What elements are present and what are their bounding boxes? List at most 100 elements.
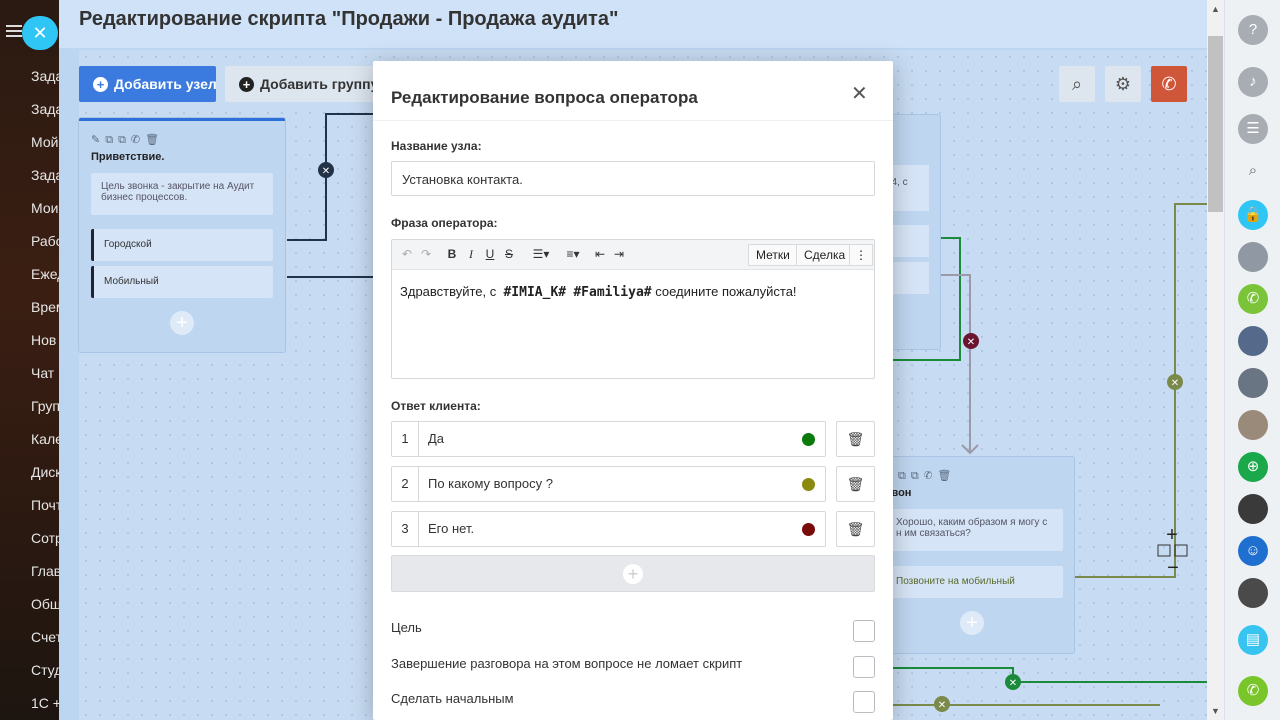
svg-text:✕: ✕ — [1171, 378, 1179, 389]
svg-text:✕: ✕ — [967, 337, 975, 348]
option-no-break-label: Завершение разговора на этом вопросе не … — [391, 656, 743, 671]
add-answer-icon[interactable]: + — [170, 311, 194, 335]
connection-delete-icon[interactable]: ✕ — [934, 696, 950, 712]
bullet-list-icon[interactable]: ☰▾ — [527, 244, 555, 264]
add-group-button[interactable]: + Добавить группу от — [225, 66, 385, 102]
delete-answer-button[interactable]: 🗑 — [836, 511, 875, 547]
answer-number: 2 — [392, 467, 419, 501]
avatar[interactable] — [1238, 368, 1268, 398]
phrase-label: Фраза оператора: — [391, 216, 498, 230]
trash-icon: 🗑 — [846, 476, 865, 492]
document-icon[interactable]: ▤ — [1238, 625, 1268, 655]
node-action-icons[interactable]: ✎⧉⧉✆🗑 — [91, 133, 164, 147]
svg-text:✕: ✕ — [1009, 678, 1017, 689]
answer-color-dot[interactable] — [802, 523, 815, 536]
trash-icon: 🗑 — [846, 521, 865, 537]
strikethrough-icon[interactable]: S — [500, 244, 518, 264]
more-icon[interactable]: ⋮ — [849, 244, 873, 266]
modal-title: Редактирование вопроса оператора — [391, 88, 698, 107]
help-icon[interactable]: ? — [1238, 15, 1268, 45]
answer-input[interactable]: Да — [428, 422, 444, 456]
modal-header: Редактирование вопроса оператора ✕ — [373, 61, 893, 121]
phrase-variable: #IMIA_K# — [503, 285, 567, 300]
scrollbar[interactable]: ▲ ▼ — [1207, 0, 1224, 720]
call-icon[interactable]: ✆ — [1238, 676, 1268, 706]
bell-icon[interactable]: ♪ — [1238, 67, 1268, 97]
node-answer[interactable]: Мобильный — [91, 266, 273, 298]
settings-button[interactable]: ⚙ — [1105, 66, 1141, 102]
avatar[interactable] — [1238, 242, 1268, 272]
option-start-checkbox[interactable] — [853, 691, 875, 713]
answer-input[interactable]: Его нет. — [428, 512, 474, 546]
node-name-input[interactable]: Установка контакта. — [391, 161, 875, 196]
answer-row[interactable]: 3 Его нет. — [391, 511, 826, 547]
node-name-label: Название узла: — [391, 139, 482, 153]
redo-icon[interactable]: ↷ — [417, 244, 435, 264]
phrase-suffix: соедините пожалуйста! — [651, 284, 797, 299]
add-group-label: Добавить группу от — [260, 76, 385, 92]
delete-answer-button[interactable]: 🗑 — [836, 466, 875, 502]
numbered-list-icon[interactable]: ≡▾ — [559, 244, 587, 264]
answer-row[interactable]: 1 Да — [391, 421, 826, 457]
underline-icon[interactable]: U — [481, 244, 499, 264]
script-node-greeting[interactable]: ✎⧉⧉✆🗑 Приветствие. Цель звонка - закрыти… — [79, 118, 285, 352]
svg-text:✕: ✕ — [322, 166, 330, 177]
group-icon[interactable]: ⊕ — [1238, 452, 1268, 482]
outdent-icon[interactable]: ⇤ — [591, 244, 609, 264]
phrase-prefix: Здравствуйте, с — [400, 284, 504, 299]
phrase-editor[interactable]: ↶ ↷ B I U S ☰▾ ≡▾ ⇤ ⇥ Метки Сделка ⋮ Здр… — [391, 239, 875, 379]
option-goal-checkbox[interactable] — [853, 620, 875, 642]
connection-delete-icon[interactable]: ✕ — [1005, 674, 1021, 690]
option-no-break-checkbox[interactable] — [853, 656, 875, 678]
add-answer-button[interactable]: + — [391, 555, 875, 592]
connection-delete-icon[interactable]: ✕ — [318, 162, 334, 178]
option-start-label: Сделать начальным — [391, 691, 514, 706]
add-node-button[interactable]: + Добавить узел — [79, 66, 217, 102]
add-node-label: Добавить узел — [114, 76, 217, 92]
deal-button[interactable]: Сделка — [796, 244, 854, 266]
lock-icon[interactable]: 🔒 — [1238, 200, 1268, 230]
script-node-callback[interactable]: ⧉⧉✆🗑 звон Хорошо, каким образом я могу с… — [878, 457, 1074, 653]
edit-question-modal: Редактирование вопроса оператора ✕ Назва… — [373, 61, 893, 720]
undo-icon[interactable]: ↶ — [398, 244, 416, 264]
close-icon[interactable]: ✕ — [851, 81, 868, 106]
connection-delete-icon[interactable]: ✕ — [1167, 374, 1183, 390]
trash-icon: 🗑 — [846, 431, 865, 447]
zoom-controls[interactable]: +− — [1157, 524, 1188, 579]
gear-icon: ⚙ — [1114, 74, 1132, 94]
answers-label: Ответ клиента: — [391, 399, 481, 413]
svg-text:✕: ✕ — [938, 700, 946, 711]
connection-delete-icon[interactable]: ✕ — [963, 333, 979, 349]
call-button[interactable]: ✆ — [1151, 66, 1187, 102]
tags-button[interactable]: Метки — [748, 244, 798, 266]
node-action-icons[interactable]: ⧉⧉✆🗑 — [898, 469, 956, 483]
node-answer[interactable]: Городской — [91, 229, 273, 261]
chat-icon[interactable]: ☰ — [1238, 114, 1268, 144]
bold-icon[interactable]: B — [443, 244, 461, 264]
indent-icon[interactable]: ⇥ — [610, 244, 628, 264]
phone-icon[interactable]: ✆ — [1238, 284, 1268, 314]
search-button[interactable]: ⌕ — [1059, 66, 1095, 102]
add-answer-icon[interactable]: + — [960, 611, 984, 635]
option-goal-label: Цель — [391, 620, 422, 635]
phrase-variable: #Familiya# — [573, 285, 652, 300]
svg-text:−: − — [1167, 557, 1179, 579]
answer-color-dot[interactable] — [802, 433, 815, 446]
search-icon: ⌕ — [1071, 74, 1083, 94]
phone-icon: ✆ — [1161, 74, 1177, 94]
avatar[interactable] — [1238, 578, 1268, 608]
avatar[interactable] — [1238, 410, 1268, 440]
search-icon[interactable]: ⌕ — [1238, 156, 1268, 186]
node-description: Цель звонка - закрытие на Аудит бизнес п… — [91, 173, 273, 215]
answer-number: 1 — [392, 422, 419, 456]
delete-answer-button[interactable]: 🗑 — [836, 421, 875, 457]
answer-row[interactable]: 2 По какому вопросу ? — [391, 466, 826, 502]
node-answer[interactable]: Позвоните на мобильный — [886, 566, 1063, 598]
group-chat-icon[interactable]: ☺ — [1238, 536, 1268, 566]
answer-input[interactable]: По какому вопросу ? — [428, 467, 553, 501]
italic-icon[interactable]: I — [462, 244, 480, 264]
avatar[interactable] — [1238, 326, 1268, 356]
avatar[interactable] — [1238, 494, 1268, 524]
answer-color-dot[interactable] — [802, 478, 815, 491]
phrase-text[interactable]: Здравствуйте, с #IMIA_K# #Familiya# соед… — [400, 284, 797, 300]
